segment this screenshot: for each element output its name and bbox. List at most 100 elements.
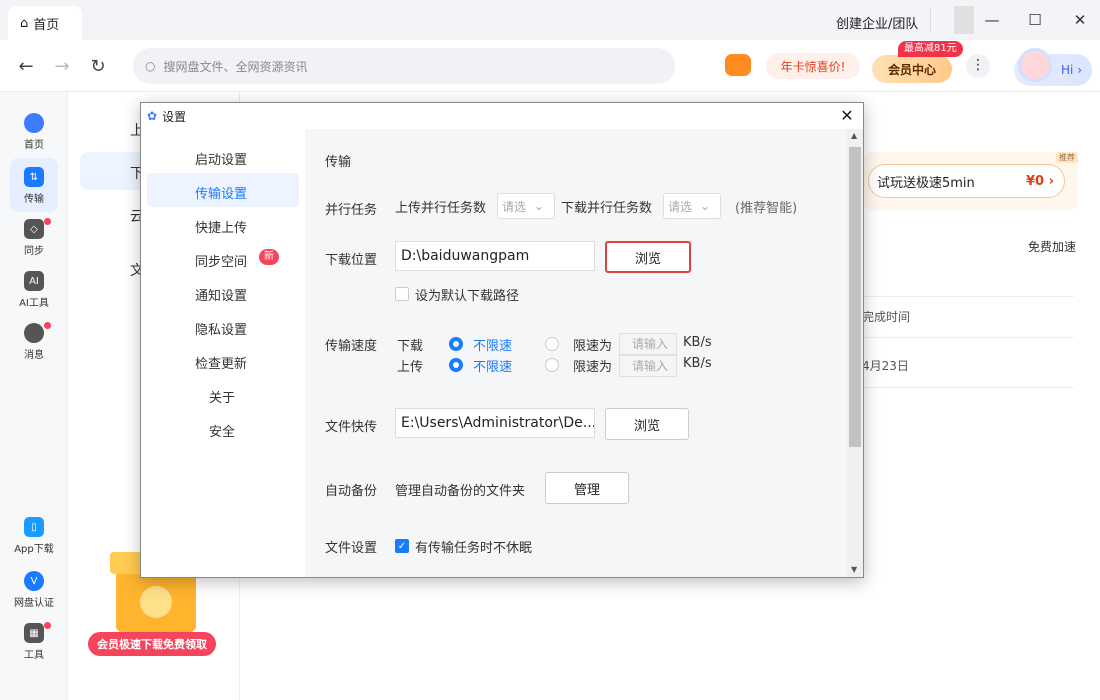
nav-item-sync-space[interactable]: 同步空间 (195, 251, 247, 270)
upload-unlimited-radio[interactable] (449, 358, 463, 372)
divider (862, 387, 1074, 388)
create-team-link[interactable]: 创建企业/团队 (836, 13, 918, 32)
download-parallel-label: 下载并行任务数 (561, 201, 653, 216)
search-input[interactable]: ○ 搜网盘文件、全网资源资讯 (133, 48, 675, 84)
scrollbar[interactable]: ▲ ▼ (847, 129, 863, 577)
try-vip-label: 试玩送极速5min (877, 175, 975, 191)
sidebar-item-ai[interactable]: AI AI工具 (0, 266, 68, 314)
scroll-thumb[interactable] (849, 147, 861, 447)
manage-backup-button[interactable]: 管理 (545, 472, 629, 504)
download-location-label: 下载位置 (325, 253, 378, 268)
more-menu-button[interactable]: ⋮ (966, 54, 990, 78)
sidebar-item-home[interactable]: 首页 (0, 108, 68, 156)
try-vip-button[interactable]: 试玩送极速5min ¥0 › (868, 164, 1065, 198)
game-controller-icon[interactable] (725, 54, 751, 76)
sidebar: 首页 ⇅ 传输 ◇ 同步 AI AI工具 消息 ▯ App下载 V 网盘认证 ▦ 工具 (0, 92, 68, 700)
cloud-icon (24, 113, 44, 133)
recommend-tag: 推荐 (1056, 152, 1078, 163)
sync-icon: ◇ (24, 219, 44, 239)
download-parallel-select[interactable]: 请选 ⌄ (663, 193, 721, 219)
transfer-icon: ⇅ (24, 167, 44, 187)
minimize-button[interactable]: — (982, 10, 1002, 30)
upload-limit-input[interactable]: 请输入 (619, 355, 677, 377)
divider (862, 296, 1074, 297)
quick-send-label: 文件快传 (325, 420, 378, 435)
nosleep-label: 有传输任务时不休眠 (415, 541, 533, 556)
download-path-field[interactable]: D:\baiduwangpam (395, 241, 595, 271)
vip-center-button[interactable]: 会员中心 (872, 55, 952, 83)
refresh-icon[interactable]: ↻ (86, 54, 110, 78)
sidebar-item-messages[interactable]: 消息 (0, 318, 68, 366)
browse-download-button[interactable]: 浏览 (605, 241, 691, 273)
parallel-hint: (推荐智能) (735, 201, 798, 216)
download-unlimited-radio[interactable] (449, 337, 463, 351)
speed-label: 传输速度 (325, 339, 378, 354)
sidebar-label: 同步 (24, 246, 44, 257)
try-vip-price: ¥0 › (1026, 173, 1054, 189)
dialog-close-button[interactable]: ✕ (837, 105, 857, 127)
nav-item-update[interactable]: 检查更新 (195, 353, 247, 372)
account-avatar[interactable] (954, 6, 974, 34)
promo-button[interactable]: 年卡惊喜价! (766, 53, 860, 79)
home-icon: ⌂ (20, 15, 29, 31)
browse-quick-send-button[interactable]: 浏览 (605, 408, 689, 440)
assistant-avatar-icon[interactable] (1018, 48, 1052, 82)
sidebar-item-app-download[interactable]: ▯ App下载 (0, 512, 68, 560)
scroll-down-icon[interactable]: ▼ (851, 565, 857, 574)
nosleep-checkbox[interactable]: ✓ (395, 539, 409, 553)
section-title: 传输 (325, 155, 352, 170)
app-logo-icon: ✿ (147, 109, 158, 123)
new-badge: 新 (259, 249, 279, 265)
chevron-down-icon: ⌄ (700, 199, 711, 213)
nav-item-security[interactable]: 安全 (209, 421, 235, 440)
free-accelerate-link[interactable]: 免费加速 (1028, 238, 1076, 255)
default-path-label: 设为默认下载路径 (415, 289, 520, 304)
upload-unit: KB/s (683, 356, 712, 371)
download-limit-radio[interactable] (545, 337, 559, 351)
upload-parallel-select[interactable]: 请选 ⌄ (497, 193, 555, 219)
scroll-up-icon[interactable]: ▲ (851, 131, 857, 140)
nav-item-startup[interactable]: 启动设置 (195, 149, 247, 168)
sidebar-label: 传输 (24, 194, 44, 205)
notification-dot (44, 218, 51, 225)
select-value: 请选 (668, 199, 693, 214)
sidebar-item-verify[interactable]: V 网盘认证 (0, 566, 68, 614)
default-path-checkbox[interactable] (395, 287, 409, 301)
sidebar-label: 首页 (24, 140, 44, 151)
sidebar-item-sync[interactable]: ◇ 同步 (0, 214, 68, 262)
verify-icon: V (24, 571, 44, 591)
parallel-label: 并行任务 (325, 203, 378, 218)
select-value: 请选 (502, 199, 527, 214)
grid-icon: ▦ (24, 623, 44, 643)
upload-limit-label: 限速为 (573, 360, 613, 375)
nav-item-quick-upload[interactable]: 快捷上传 (195, 217, 247, 236)
divider (862, 337, 1074, 338)
dialog-title-bar: ✿ 设置 (141, 103, 863, 129)
title-bar: ⌂ 首页 创建企业/团队 — ☐ ✕ (0, 0, 1100, 40)
tab-home[interactable]: ⌂ 首页 (8, 6, 82, 40)
maximize-button[interactable]: ☐ (1025, 10, 1045, 30)
column-header-finish-time: 完成时间 (862, 310, 911, 324)
upload-limit-radio[interactable] (545, 358, 559, 372)
sidebar-item-transfer[interactable]: ⇅ 传输 (0, 162, 68, 210)
notification-dot (44, 322, 51, 329)
promo-banner[interactable]: 会员极速下载免费领取 (88, 632, 216, 656)
download-unit: KB/s (683, 335, 712, 350)
back-arrow-icon[interactable]: ← (14, 54, 38, 78)
speed-download-label: 下载 (397, 339, 424, 354)
nav-item-privacy[interactable]: 隐私设置 (195, 319, 247, 338)
nav-item-about[interactable]: 关于 (209, 387, 235, 406)
nav-item-notification[interactable]: 通知设置 (195, 285, 247, 304)
sidebar-item-tools[interactable]: ▦ 工具 (0, 618, 68, 666)
backup-label: 自动备份 (325, 484, 378, 499)
settings-dialog: ✿ 设置 ✕ 启动设置 传输设置 快捷上传 同步空间 新 通知设置 隐私设置 检… (140, 102, 864, 578)
nav-bar: ← → ↻ ○ 搜网盘文件、全网资源资讯 年卡惊喜价! 会员中心 最高减81元 … (0, 40, 1100, 92)
download-limit-input[interactable]: 请输入 (619, 333, 677, 355)
nav-item-transfer[interactable]: 传输设置 (195, 183, 247, 202)
sidebar-label: 工具 (24, 650, 44, 661)
notification-dot (44, 622, 51, 629)
forward-arrow-icon[interactable]: → (50, 54, 74, 78)
quick-send-path-field[interactable]: E:\Users\Administrator\De... (395, 408, 595, 438)
close-window-button[interactable]: ✕ (1070, 10, 1090, 30)
phone-icon: ▯ (24, 517, 44, 537)
